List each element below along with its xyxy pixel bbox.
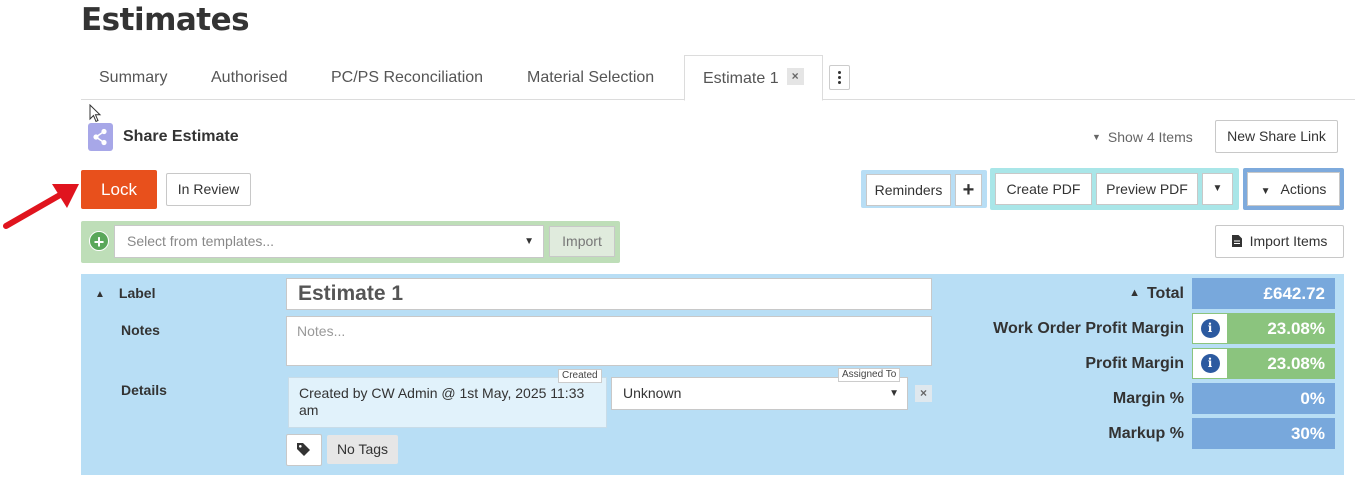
caret-down-icon: ▼ <box>1092 132 1101 142</box>
template-select[interactable]: Select from templates... ▼ <box>114 225 544 258</box>
share-estimate-title: Share Estimate <box>123 128 239 145</box>
actions-group: ▼ Actions <box>1243 168 1344 210</box>
work-order-profit-margin-value: 23.08% <box>1267 319 1325 338</box>
mouse-cursor-icon <box>89 104 102 123</box>
caret-down-icon: ▼ <box>524 236 534 247</box>
tag-icon <box>297 443 310 456</box>
template-import-bar: + Select from templates... ▼ Import <box>81 221 620 263</box>
in-review-button[interactable]: In Review <box>166 173 251 206</box>
total-value: £642.72 <box>1192 278 1335 309</box>
caret-down-icon: ▼ <box>1260 186 1271 197</box>
info-icon[interactable]: i <box>1192 313 1228 344</box>
notes-textarea[interactable]: Notes... <box>286 316 932 366</box>
tab-more-menu-icon[interactable] <box>829 65 850 90</box>
caret-down-icon: ▼ <box>889 388 899 399</box>
margin-percent-value: 0% <box>1192 383 1335 414</box>
template-select-placeholder: Select from templates... <box>127 233 275 249</box>
assigned-to-value: Unknown <box>623 385 682 401</box>
tab-material-selection[interactable]: Material Selection <box>509 55 672 100</box>
tab-estimate-1-label: Estimate 1 <box>703 70 779 87</box>
work-order-profit-margin-box: i 23.08% <box>1192 313 1335 344</box>
tab-bar: Summary Authorised PC/PS Reconciliation … <box>81 55 1355 101</box>
share-icon[interactable] <box>88 123 113 151</box>
assigned-to-tag: Assigned To <box>838 368 901 382</box>
new-share-link-button[interactable]: New Share Link <box>1215 120 1338 153</box>
tab-pcps-reconciliation[interactable]: PC/PS Reconciliation <box>313 55 501 100</box>
add-reminder-button[interactable]: + <box>955 174 982 206</box>
show-items-label: Show 4 Items <box>1107 129 1193 145</box>
tag-button[interactable] <box>286 434 322 466</box>
tab-summary[interactable]: Summary <box>81 55 185 100</box>
profit-margin-value: 23.08% <box>1267 354 1325 373</box>
estimate-label-input[interactable]: Estimate 1 <box>286 278 932 310</box>
lock-button[interactable]: Lock <box>81 170 157 209</box>
caret-up-icon: ▲ <box>1129 287 1140 299</box>
close-tab-icon[interactable]: × <box>786 68 804 86</box>
label-heading[interactable]: ▲ Label <box>95 285 155 301</box>
notes-heading: Notes <box>121 322 160 338</box>
actions-button[interactable]: ▼ Actions <box>1247 172 1340 206</box>
import-items-label: Import Items <box>1249 233 1328 249</box>
details-heading: Details <box>121 382 167 398</box>
work-order-profit-margin-label: Work Order Profit Margin <box>993 320 1184 337</box>
no-tags-label: No Tags <box>327 435 398 464</box>
markup-percent-label: Markup % <box>1108 425 1184 442</box>
markup-percent-value: 30% <box>1192 418 1335 449</box>
tab-estimate-1[interactable]: Estimate 1 × <box>684 55 823 101</box>
profit-margin-box: i 23.08% <box>1192 348 1335 379</box>
pdf-group: Create PDF Preview PDF ▼ <box>990 168 1239 210</box>
total-label[interactable]: ▲ Total <box>1129 285 1184 303</box>
red-annotation-arrow-icon <box>3 184 79 229</box>
pdf-options-dropdown-icon[interactable]: ▼ <box>1202 173 1233 205</box>
preview-pdf-button[interactable]: Preview PDF <box>1096 173 1198 205</box>
info-icon[interactable]: i <box>1192 348 1228 379</box>
tab-authorised[interactable]: Authorised <box>193 55 306 100</box>
profit-margin-label: Profit Margin <box>1085 355 1184 372</box>
show-items-toggle[interactable]: ▼ Show 4 Items <box>1092 129 1193 145</box>
add-circle-icon[interactable]: + <box>89 231 109 252</box>
label-heading-text: Label <box>118 285 156 301</box>
page-title: Estimates <box>81 2 250 38</box>
caret-up-icon: ▲ <box>95 289 105 300</box>
created-tag: Created <box>558 369 602 383</box>
margin-percent-label: Margin % <box>1112 390 1184 407</box>
import-items-button[interactable]: Import Items <box>1215 225 1344 258</box>
create-pdf-button[interactable]: Create PDF <box>995 173 1092 205</box>
total-label-text: Total <box>1146 285 1184 302</box>
reminders-button[interactable]: Reminders <box>866 174 951 206</box>
actions-label: Actions <box>1280 181 1327 197</box>
template-import-button[interactable]: Import <box>549 226 615 257</box>
clear-assigned-icon[interactable]: × <box>915 385 932 402</box>
created-info: Created by CW Admin @ 1st May, 2025 11:3… <box>288 377 607 428</box>
reminders-group: Reminders + <box>861 170 987 208</box>
estimate-details-panel: ▲ Label Estimate 1 Notes Notes... Details… <box>81 274 1344 475</box>
document-icon <box>1231 235 1242 247</box>
